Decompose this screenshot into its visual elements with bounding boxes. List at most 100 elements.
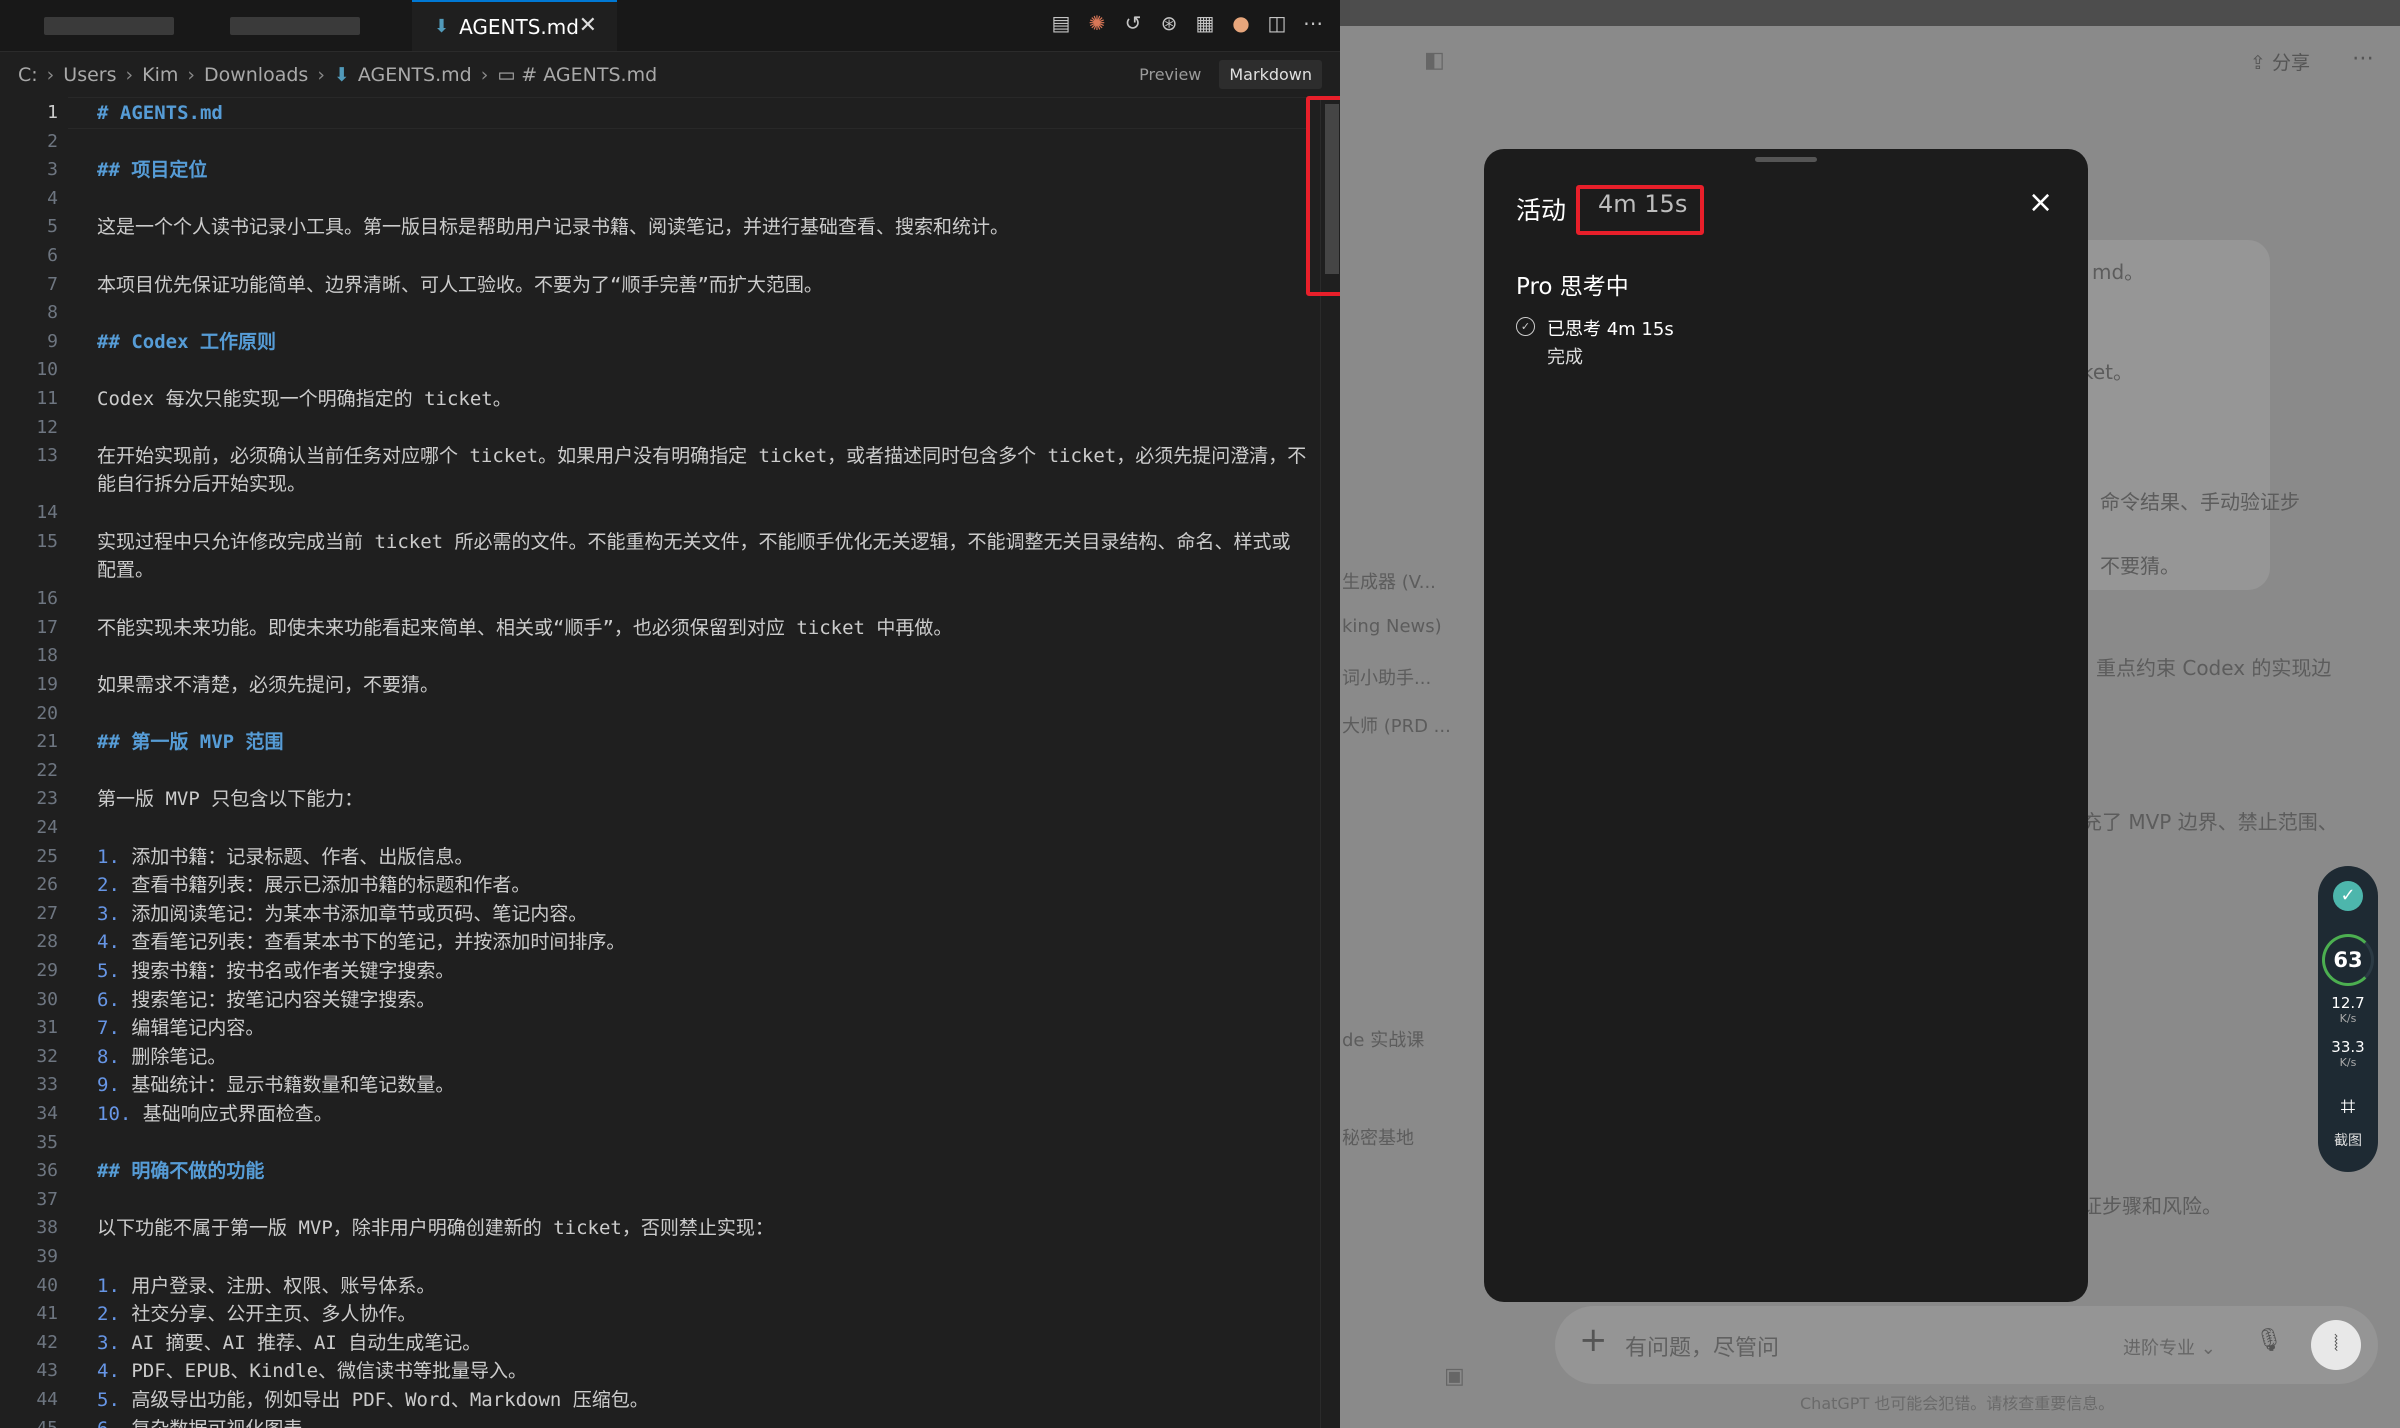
line-number: 24	[36, 817, 58, 838]
line-text: 4. 查看笔记列表：查看某本书下的笔记，并按添加时间排序。	[97, 928, 1307, 956]
breadcrumb-downloads[interactable]: Downloads	[204, 64, 308, 86]
library-icon[interactable]: ▣	[1444, 1364, 1465, 1389]
crop-icon[interactable]: ⌗	[2318, 1092, 2378, 1123]
line-number: 33	[36, 1074, 58, 1096]
breadcrumb-file[interactable]: AGENTS.md	[358, 64, 472, 86]
line-number: 43	[36, 1360, 58, 1382]
bg-text: ket。	[2082, 360, 2134, 384]
line-number: 10	[36, 359, 58, 381]
model-mode-select[interactable]: 进阶专业 ⌄	[2123, 1334, 2216, 1360]
voice-mode-icon[interactable]: ⦚	[2311, 1320, 2361, 1370]
line-number: 14	[36, 502, 58, 524]
microphone-icon[interactable]: 🎙	[2255, 1328, 2283, 1353]
list-text: 基础响应式界面检查。	[142, 1103, 333, 1125]
line-text: 4. PDF、EPUB、Kindle、微信读书等批量导入。	[97, 1357, 1307, 1385]
line-number: 4	[47, 187, 58, 209]
tab-blurred-1[interactable]	[10, 0, 180, 51]
markdown-button[interactable]: Markdown	[1219, 60, 1322, 89]
line-number: 29	[36, 960, 58, 981]
list-number: 6.	[97, 1418, 120, 1428]
line-number: 31	[36, 1017, 58, 1039]
close-icon[interactable]: ×	[2028, 185, 2053, 220]
chevron-right-icon: ›	[187, 64, 195, 86]
download-unit: K/s	[2339, 1056, 2357, 1069]
line-number: 16	[36, 588, 58, 610]
list-number: 2.	[97, 874, 120, 897]
sidebar-item[interactable]: 词小助手...	[1342, 664, 1431, 690]
sidebar-item[interactable]: de 实战课	[1342, 1026, 1424, 1052]
line-text: 实现过程中只允许修改完成当前 ticket 所必需的文件。不能重构无关文件，不能…	[97, 531, 1291, 581]
download-value: 33.3	[2331, 1038, 2365, 1056]
line-number: 40	[36, 1274, 58, 1296]
line-text: ## 明确不做的功能	[97, 1160, 265, 1183]
drag-handle[interactable]	[1755, 157, 1817, 162]
check-icon: ✓	[2333, 881, 2363, 911]
plus-icon[interactable]: +	[1579, 1320, 1608, 1360]
line-number: 26	[36, 874, 58, 896]
line-number: 25	[36, 845, 58, 867]
bg-text: ，不要猜。	[2080, 554, 2180, 578]
sidebar-item[interactable]: king News)	[1342, 616, 1442, 637]
line-number: 22	[36, 759, 58, 781]
line-text: ## 第一版 MVP 范围	[97, 731, 284, 754]
history-icon[interactable]: ↺	[1120, 10, 1146, 36]
breadcrumb-users[interactable]: Users	[63, 64, 116, 86]
check-circle-icon: ✓	[1516, 317, 1535, 336]
preview-icon[interactable]: ▤	[1048, 10, 1074, 36]
more-icon[interactable]: ⋯	[1300, 10, 1326, 36]
line-number: 8	[47, 302, 58, 324]
breadcrumb-drive[interactable]: C:	[18, 64, 38, 86]
chat-icon[interactable]: ●	[1228, 10, 1254, 36]
claude-icon[interactable]: ✺	[1084, 10, 1110, 36]
line-number: 6	[47, 245, 58, 266]
share-button[interactable]: ⇪ 分享	[2250, 48, 2310, 75]
list-number: 6.	[97, 988, 120, 1011]
line-number: 34	[36, 1103, 58, 1124]
tab-blurred-2[interactable]	[230, 0, 380, 51]
line-text: 以下功能不属于第一版 MVP，除非用户明确创建新的 ticket，否则禁止实现：	[97, 1217, 774, 1240]
composer-placeholder[interactable]: 有问题，尽管问	[1625, 1330, 1779, 1362]
close-icon[interactable]: ✕	[579, 13, 597, 38]
list-text: 复杂数据可视化图表。	[131, 1418, 321, 1428]
list-text: 搜索笔记：按笔记内容关键字搜索。	[131, 988, 436, 1011]
breadcrumb-kim[interactable]: Kim	[142, 64, 178, 86]
line-number: 9	[47, 330, 58, 352]
line-number: 36	[36, 1160, 58, 1182]
line-number: 45	[0, 1418, 58, 1428]
split-editor-icon[interactable]: ◫	[1264, 10, 1290, 36]
line-text: 1. 用户登录、注册、权限、账号体系。	[97, 1272, 1307, 1300]
line-number: 20	[36, 702, 58, 724]
performance-score: 63	[2322, 934, 2374, 986]
preview-button[interactable]: Preview	[1129, 60, 1211, 89]
view-mode-switch: Preview Markdown	[1129, 60, 1322, 89]
line-text: 如果需求不清楚，必须先提问，不要猜。	[97, 674, 440, 696]
openai-icon[interactable]: ⊛	[1156, 10, 1182, 36]
line-number: 38	[36, 1217, 58, 1239]
activity-panel: 活动 4m 15s × Pro 思考中 ✓ 已思考 4m 15s 完成	[1484, 149, 2088, 1302]
system-monitor-widget[interactable]: ✓ 63 12.7 K/s 33.3 K/s ⌗ 截图	[2318, 866, 2378, 1172]
sidebar-item[interactable]: 大师 (PRD ...	[1342, 712, 1451, 738]
thinking-heading: Pro 思考中	[1516, 274, 1629, 300]
list-text: 删除笔记。	[131, 1045, 227, 1068]
line-text: 6. 复杂数据可视化图表。	[97, 1415, 1307, 1428]
list-text: 查看笔记列表：查看某本书下的笔记，并按添加时间排序。	[131, 931, 626, 954]
activity-title: 活动	[1516, 196, 1567, 225]
tab-agents-md[interactable]: ⬇ AGENTS.md ✕	[412, 0, 617, 51]
line-number: 41	[36, 1303, 58, 1325]
list-text: 社交分享、公开主页、多人协作。	[131, 1303, 417, 1326]
sidebar-toggle-icon[interactable]: ◧	[1424, 48, 1445, 73]
code-area[interactable]: 1 # AGENTS.md 2 3 ## 项目定位 4 5 这是一个个人读书记录小工具。第一版…	[0, 97, 1310, 1428]
symbol-icon: ▭	[497, 64, 516, 86]
line-text: 2. 社交分享、公开主页、多人协作。	[97, 1300, 1307, 1328]
line-number: 39	[36, 1246, 58, 1267]
chat-composer[interactable]: + 有问题，尽管问 进阶专业 ⌄ 🎙 ⦚	[1555, 1306, 2378, 1384]
bg-text: 重点约束 Codex 的实现边	[2096, 656, 2332, 680]
more-icon[interactable]: ⋯	[2352, 46, 2374, 71]
breadcrumb-symbol[interactable]: # AGENTS.md	[521, 64, 657, 86]
sidebar-item[interactable]: 秘密基地	[1342, 1124, 1414, 1150]
sidebar-item[interactable]: 生成器 (V...	[1342, 568, 1436, 594]
preview-side-icon[interactable]: ▦	[1192, 10, 1218, 36]
list-text: 基础统计：显示书籍数量和笔记数量。	[131, 1074, 455, 1097]
line-number: 19	[36, 674, 58, 695]
code-editor: ⬇ AGENTS.md ✕ ▤ ✺ ↺ ⊛ ▦ ● ◫ ⋯ C: › Users ›…	[0, 0, 1352, 1428]
